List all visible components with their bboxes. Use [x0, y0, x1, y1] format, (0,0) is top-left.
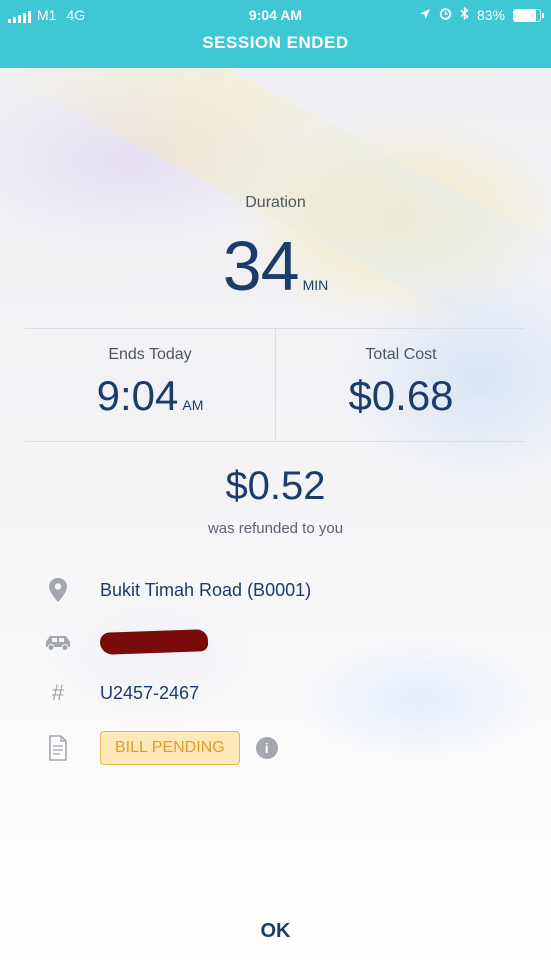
ends-time: 9:04 [96, 372, 179, 419]
duration-number: 34 [222, 227, 300, 305]
session-id-text: U2457-2467 [100, 682, 200, 703]
location-row: Bukit Timah Road (B0001) [40, 577, 311, 603]
refund-amount-wrap: $0.52 [0, 464, 551, 509]
ends-today-value: 9:04 AM [25, 372, 275, 420]
duration-value: 34 MIN [0, 226, 551, 306]
divider-bottom [25, 441, 525, 442]
document-icon [40, 735, 76, 761]
battery-percent: 83% [476, 7, 505, 23]
alarm-icon [439, 7, 452, 23]
status-right: 83% [419, 6, 544, 23]
total-cost-value-wrap: $0.68 [276, 372, 526, 420]
ok-button[interactable]: OK [0, 920, 551, 943]
info-icon[interactable]: i [255, 737, 278, 759]
bill-status-badge: BILL PENDING [100, 731, 240, 765]
total-cost-block: Total Cost $0.68 [276, 346, 526, 420]
hash-icon: # [51, 680, 65, 705]
total-cost-label: Total Cost [365, 346, 437, 363]
refund-note: was refunded to you [207, 520, 344, 537]
redacted-plate-mark [99, 629, 209, 655]
session-ended-screen: M1 4G 9:04 AM 83% SESSION ENDED Duration [0, 0, 551, 980]
battery-fill [514, 9, 536, 21]
status-bar: M1 4G 9:04 AM 83% [0, 0, 551, 30]
location-pin-icon [40, 577, 76, 603]
ends-ampm: AM [182, 397, 204, 413]
header-bar: M1 4G 9:04 AM 83% SESSION ENDED [0, 0, 551, 68]
bill-row: BILL PENDING i [40, 731, 278, 765]
total-cost-value: $0.68 [348, 372, 454, 419]
duration-unit: MIN [302, 277, 329, 293]
duration-label: Duration [245, 194, 306, 211]
ends-today-label: Ends Today [108, 346, 192, 363]
location-arrow-icon [419, 7, 431, 23]
ends-today-block: Ends Today 9:04 AM [25, 346, 275, 420]
page-title: SESSION ENDED [202, 33, 349, 52]
bluetooth-icon [460, 6, 469, 23]
car-icon [40, 633, 76, 651]
session-id-row: # U2457-2467 [40, 680, 199, 706]
vehicle-row [40, 629, 209, 655]
battery-icon [513, 8, 544, 22]
refund-amount: $0.52 [225, 464, 326, 508]
location-text: Bukit Timah Road (B0001) [100, 579, 312, 600]
